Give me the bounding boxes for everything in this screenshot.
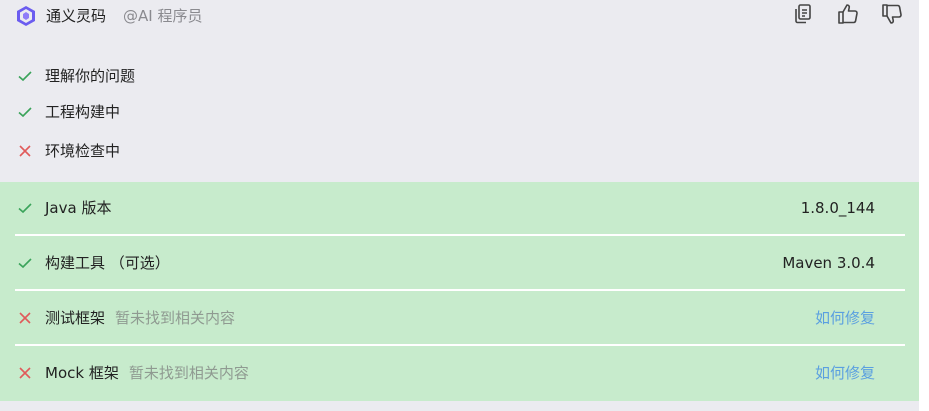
app-name: 通义灵码 [46,7,107,25]
message-header: 通义灵码 @AI 程序员 [0,0,919,32]
check-name: Java 版本 [45,199,112,217]
step-label: 理解你的问题 [45,67,136,85]
scroll-gutter [919,0,929,411]
check-row-test-framework: 测试框架 暂未找到相关内容 如何修复 [0,292,919,344]
check-row-mock-framework: Mock 框架 暂未找到相关内容 如何修复 [0,347,919,399]
check-name: Mock 框架 暂未找到相关内容 [45,364,249,382]
check-name: 测试框架 暂未找到相关内容 [45,309,236,327]
step-item: 理解你的问题 [0,65,500,87]
panel-bottom [0,401,919,411]
assistant-role: @AI 程序员 [123,7,203,25]
check-value: Maven 3.0.4 [782,254,875,272]
check-row-build-tool: 构建工具 （可选） Maven 3.0.4 [0,237,919,289]
tongyi-logo-icon [14,4,38,28]
how-to-fix-link[interactable]: 如何修复 [815,362,875,384]
environment-check-results: Java 版本 1.8.0_144 构建工具 （可选） Maven 3.0.4 … [0,182,919,401]
check-icon [17,68,33,84]
cross-icon [17,143,33,159]
thumbs-up-icon[interactable] [836,2,860,26]
copy-icon[interactable] [791,2,815,26]
cross-icon [17,310,33,326]
cross-icon [17,365,33,381]
check-row-java: Java 版本 1.8.0_144 [0,182,919,234]
step-label: 环境检查中 [45,142,121,160]
step-item: 工程构建中 [0,101,500,123]
step-item: 环境检查中 [0,140,500,162]
thumbs-down-icon[interactable] [880,2,904,26]
divider [15,234,905,236]
divider [15,289,905,291]
check-icon [17,200,33,216]
check-note: 暂未找到相关内容 [128,364,249,382]
chat-message-panel: 通义灵码 @AI 程序员 理解你的问题 工程构建中 环境检查中 Java 版本 … [0,0,919,411]
check-note: 暂未找到相关内容 [115,309,236,327]
step-label: 工程构建中 [45,103,121,121]
divider [15,344,905,346]
how-to-fix-link[interactable]: 如何修复 [815,307,875,329]
check-icon [17,255,33,271]
check-name: 构建工具 （可选） [45,254,170,272]
check-icon [17,104,33,120]
check-value: 1.8.0_144 [800,199,875,217]
